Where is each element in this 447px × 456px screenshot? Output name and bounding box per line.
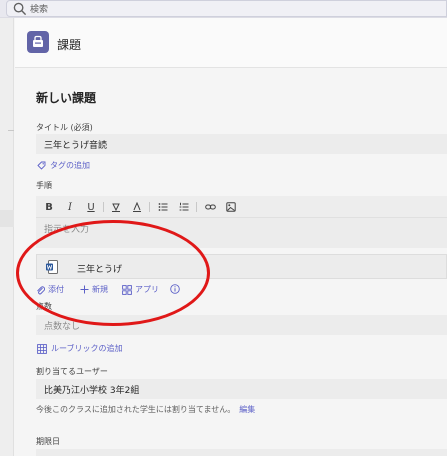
toolbar-divider bbox=[149, 202, 150, 212]
assign-value[interactable]: 比美乃江小学校 3年2組 bbox=[44, 383, 139, 396]
search-box[interactable]: 検索 bbox=[6, 0, 447, 17]
assign-note: 今後このクラスに追加された学生には割り当てません。 編集 bbox=[36, 404, 255, 415]
highlight-icon[interactable] bbox=[109, 200, 123, 214]
app-header: 課題 bbox=[15, 18, 447, 68]
top-bar: 検索 bbox=[0, 0, 447, 18]
add-tag-label[interactable]: タグの追加 bbox=[50, 160, 90, 171]
title-field[interactable]: 三年とうげ音読 bbox=[36, 134, 447, 154]
title-label: タイトル (必須) bbox=[36, 123, 93, 132]
assign-label: 割り当てるユーザー bbox=[36, 367, 108, 376]
toolbar-divider bbox=[103, 202, 104, 212]
rail-selected-item[interactable] bbox=[0, 210, 14, 227]
bullet-list-icon[interactable] bbox=[156, 200, 170, 214]
assign-field[interactable]: 比美乃江小学校 3年2組 bbox=[36, 379, 447, 399]
tag-icon bbox=[37, 161, 46, 170]
edit-link[interactable]: 編集 bbox=[239, 405, 255, 414]
rail-divider bbox=[8, 130, 14, 131]
search-input[interactable]: 検索 bbox=[30, 2, 48, 15]
font-color-icon[interactable] bbox=[130, 200, 144, 214]
image-icon[interactable] bbox=[224, 200, 238, 214]
toolbar-divider bbox=[196, 202, 197, 212]
italic-button[interactable]: I bbox=[63, 200, 77, 214]
link-icon[interactable] bbox=[203, 200, 217, 214]
formatting-toolbar: B I U bbox=[36, 196, 447, 218]
title-value[interactable]: 三年とうげ音読 bbox=[44, 138, 107, 151]
page-title: 課題 bbox=[57, 38, 82, 52]
search-icon bbox=[13, 2, 27, 15]
add-rubric-label[interactable]: ルーブリックの追加 bbox=[51, 343, 123, 354]
red-highlight-ellipse bbox=[16, 220, 210, 326]
left-rail bbox=[0, 18, 14, 456]
due-field[interactable] bbox=[36, 449, 447, 456]
instructions-label: 手順 bbox=[36, 181, 52, 190]
assignment-icon bbox=[27, 31, 49, 53]
numbered-list-icon[interactable] bbox=[177, 200, 191, 214]
add-rubric-link[interactable]: ルーブリックの追加 bbox=[37, 343, 123, 354]
underline-button[interactable]: U bbox=[84, 200, 98, 214]
assign-note-text: 今後このクラスに追加された学生には割り当てません。 bbox=[36, 405, 236, 414]
section-title: 新しい課題 bbox=[36, 91, 97, 105]
add-tag-link[interactable]: タグの追加 bbox=[37, 160, 90, 171]
rubric-icon bbox=[37, 343, 47, 354]
bold-button[interactable]: B bbox=[42, 200, 56, 214]
due-label: 期限日 bbox=[36, 437, 60, 446]
